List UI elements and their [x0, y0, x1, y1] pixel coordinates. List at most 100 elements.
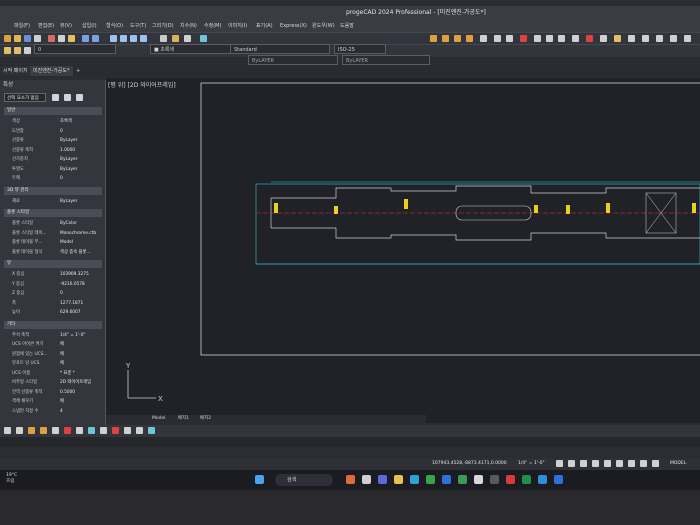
tab-layout2[interactable]: 배치2 [200, 415, 211, 423]
property-value[interactable]: 629.6007 [60, 308, 81, 317]
annotation-scale[interactable]: 1/4" = 1'-0" [518, 460, 545, 468]
stretch-icon[interactable] [684, 35, 691, 42]
property-row[interactable]: 투명도 ByLayer [4, 165, 102, 174]
property-value[interactable]: 1/4" = 1'-0" [60, 331, 85, 340]
hatch-icon[interactable] [494, 35, 501, 42]
mtext-icon[interactable] [124, 427, 131, 434]
property-row[interactable]: 전역 선종류 축척 0.5000 [4, 388, 102, 397]
open-file-icon[interactable] [14, 35, 21, 42]
property-value[interactable]: Monochrome.ctb [60, 229, 96, 238]
block-icon[interactable] [506, 35, 513, 42]
lineweight-dropdown[interactable]: ByLAYER [342, 55, 430, 65]
property-row[interactable]: 플롯 스타일 ByColor [4, 219, 102, 228]
zoom-window-icon[interactable] [130, 35, 137, 42]
mirror-icon[interactable] [614, 35, 621, 42]
menu-view[interactable]: 뷰(V) [60, 20, 72, 32]
select-objects-icon[interactable] [64, 94, 71, 101]
menu-file[interactable]: 파일(F) [14, 20, 30, 32]
weather-widget[interactable]: 19°C 흐림 [6, 473, 17, 485]
property-row[interactable]: 높이 629.6007 [4, 308, 102, 317]
drawing-canvas[interactable]: Y X [106, 78, 700, 423]
zoom-extents-icon[interactable] [140, 35, 147, 42]
group-3d-view[interactable]: 3D 뷰 관리 [4, 186, 102, 195]
widgets-icon[interactable] [346, 475, 355, 484]
menu-help[interactable]: 도움말 [340, 20, 354, 32]
property-value[interactable]: 색상 종속 플롯... [60, 248, 91, 257]
ortho-icon[interactable] [580, 460, 587, 467]
property-row[interactable]: UCS 이름 * 표준 * [4, 369, 102, 378]
scale-icon[interactable] [558, 35, 565, 42]
menu-express[interactable]: Express(X) [280, 20, 307, 32]
tab-model[interactable]: Model [152, 415, 166, 423]
tmode-icon[interactable] [640, 460, 647, 467]
spline-icon[interactable] [76, 427, 83, 434]
menu-dimension[interactable]: 치수(N) [180, 20, 197, 32]
line-icon[interactable] [4, 427, 11, 434]
property-row[interactable]: 선종류 축척 1.0000 [4, 146, 102, 155]
menu-image[interactable]: 이미지(I) [228, 20, 247, 32]
copy-icon[interactable] [58, 35, 65, 42]
undo-icon[interactable] [82, 35, 89, 42]
outlook2-icon[interactable] [538, 475, 547, 484]
excel-icon[interactable] [522, 475, 531, 484]
menu-annotate[interactable]: 표기(A) [256, 20, 273, 32]
group-misc[interactable]: 기타 [4, 320, 102, 329]
menu-window[interactable]: 윈도우(W) [312, 20, 335, 32]
tab-layout1[interactable]: 배치1 [178, 415, 189, 423]
property-value[interactable]: * 표준 * [60, 369, 75, 378]
match-properties-icon[interactable] [184, 35, 191, 42]
viewport-label[interactable]: [평 위] [2D 와이어프레임] [108, 80, 176, 89]
property-value[interactable]: ByLayer [60, 136, 77, 145]
teams-icon[interactable] [378, 475, 387, 484]
property-value[interactable]: Model [60, 238, 73, 247]
app-icon[interactable] [474, 475, 483, 484]
property-row[interactable]: 스냅된 지정 수 4 [4, 407, 102, 416]
group-view[interactable]: 뷰 [4, 260, 102, 268]
property-value[interactable]: 예 [60, 359, 64, 368]
property-row[interactable]: X 중심 103909.3275 [4, 270, 102, 279]
progecad-icon[interactable] [490, 475, 499, 484]
text-style-dropdown[interactable]: Standard [230, 44, 330, 54]
property-row[interactable]: 비주얼 스타일 2D 와이어프레임 [4, 378, 102, 387]
rotate-icon[interactable] [546, 35, 553, 42]
dim-angle-icon[interactable] [466, 35, 473, 42]
quick-props-icon[interactable] [652, 460, 659, 467]
property-row[interactable]: 주석 축척 1/4" = 1'-0" [4, 331, 102, 340]
tab-drawing[interactable]: 미진엔진-가공도* [30, 66, 73, 76]
layer-state-icon[interactable] [4, 47, 11, 54]
color-dropdown[interactable]: ■ 초록색 [150, 44, 240, 54]
layer-freeze-icon[interactable] [14, 47, 21, 54]
task-view-icon[interactable] [362, 475, 371, 484]
property-row[interactable]: 객체 채우기 예 [4, 397, 102, 406]
selection-dropdown[interactable]: 선택 요소가 없음 [4, 93, 46, 102]
acrobat-icon[interactable] [506, 475, 515, 484]
polar-icon[interactable] [592, 460, 599, 467]
new-file-icon[interactable] [4, 35, 11, 42]
redo-icon[interactable] [92, 35, 99, 42]
new-tab-icon[interactable]: + [76, 66, 80, 76]
property-value[interactable]: 0 [60, 289, 63, 298]
property-value[interactable]: ByLayer [60, 155, 77, 164]
property-row[interactable]: 원점에 있는 UCS... 예 [4, 350, 102, 359]
property-value[interactable]: ByColor [60, 219, 77, 228]
layer-manager-icon[interactable] [172, 35, 179, 42]
property-value[interactable]: 예 [60, 350, 64, 359]
property-row[interactable]: 플롯 테이블 형식 색상 종속 플롯... [4, 248, 102, 257]
menu-format[interactable]: 형식(O) [106, 20, 123, 32]
property-row[interactable]: 선종류 ByLayer [4, 136, 102, 145]
cad-drawing[interactable]: Y X [106, 78, 700, 423]
file-explorer-icon[interactable] [394, 475, 403, 484]
otrack-icon[interactable] [616, 460, 623, 467]
lineweight-icon[interactable] [628, 460, 635, 467]
region-icon[interactable] [100, 427, 107, 434]
property-row[interactable]: Z 중심 0 [4, 289, 102, 298]
save-icon[interactable] [24, 35, 31, 42]
properties-icon[interactable] [160, 35, 167, 42]
edge-icon[interactable] [410, 475, 419, 484]
store-icon[interactable] [458, 475, 467, 484]
property-row[interactable]: 재료 ByLayer [4, 197, 102, 206]
array-icon[interactable] [628, 35, 635, 42]
offset-icon[interactable] [600, 35, 607, 42]
revcloud-icon[interactable] [112, 427, 119, 434]
group-plot-style[interactable]: 플롯 스타일 [4, 209, 102, 217]
